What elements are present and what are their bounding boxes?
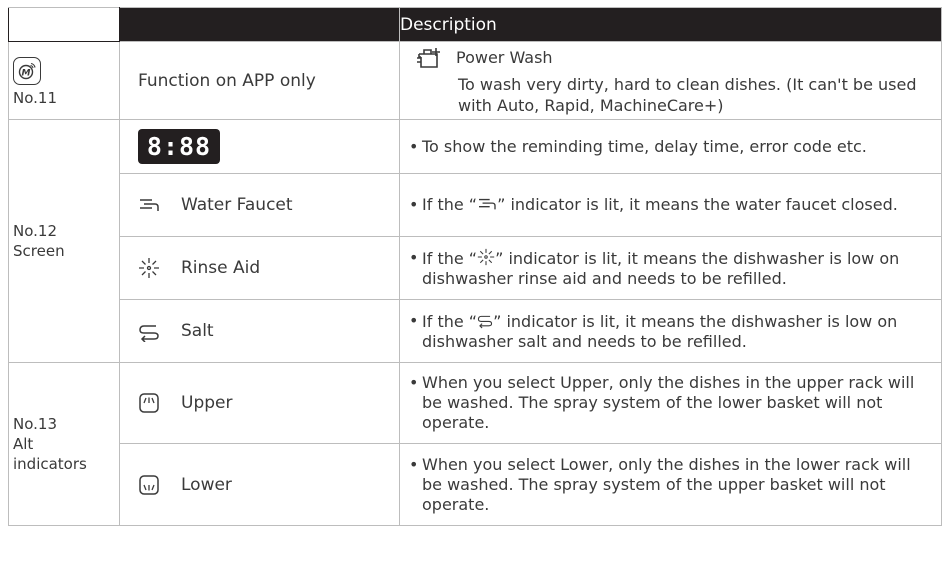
lower-rack-icon xyxy=(138,474,160,496)
function-cell: Function on APP only xyxy=(119,41,400,120)
water-faucet-cell: Water Faucet xyxy=(119,173,400,237)
row-label-line1: No.13 xyxy=(13,415,57,433)
row-label-no11: M No.11 xyxy=(8,41,120,120)
row-label-line1: No.12 xyxy=(13,222,57,240)
rinse-aid-inline-icon xyxy=(477,248,495,265)
header-col2 xyxy=(119,7,400,42)
upper-label: Upper xyxy=(181,393,233,413)
water-faucet-desc-a: If the “ xyxy=(422,195,478,214)
salt-desc-b: ” indicator is lit, it means the dishwas… xyxy=(422,311,898,351)
row-label-line2: Screen xyxy=(13,242,65,260)
upper-description: When you select Upper, only the dishes i… xyxy=(422,373,915,432)
rinse-aid-cell: Rinse Aid xyxy=(119,236,400,300)
rinse-aid-label: Rinse Aid xyxy=(181,258,261,278)
row-label-line3: indicators xyxy=(13,455,87,473)
salt-label: Salt xyxy=(181,321,214,341)
table-row-rinse-aid: Rinse Aid • If the “” indicator is lit, i… xyxy=(9,236,942,300)
salt-cell: Salt xyxy=(119,299,400,363)
salt-inline-icon xyxy=(477,315,493,328)
power-wash-icon xyxy=(416,46,442,70)
water-faucet-description-cell: • If the “ ” indicator is lit, it means th… xyxy=(399,173,942,237)
bullet-icon: • xyxy=(409,247,419,267)
bullet-icon: • xyxy=(409,195,419,214)
header-description: Description xyxy=(399,7,942,42)
table-header-row: Description xyxy=(8,7,942,42)
water-faucet-icon xyxy=(138,194,160,216)
table-row-lower: Lower • When you select Lower, only the d… xyxy=(9,443,942,526)
bullet-icon: • xyxy=(409,136,419,156)
power-wash-label: Power Wash xyxy=(456,47,553,67)
lower-description-cell: • When you select Lower, only the dishes … xyxy=(399,443,942,526)
lower-cell: Lower xyxy=(119,443,400,526)
display-description-cell: • To show the reminding time, delay time,… xyxy=(399,119,942,174)
lower-description: When you select Lower, only the dishes i… xyxy=(422,454,911,514)
svg-text:M: M xyxy=(22,69,31,79)
water-faucet-desc-b: ” indicator is lit, it means the water f… xyxy=(497,195,898,214)
table-row-upper: No.13 Alt indicators Upper • When you sel… xyxy=(8,362,942,526)
upper-cell: Upper xyxy=(119,362,400,444)
display-icon: 8:88 xyxy=(138,129,220,164)
row-label-no13: No.13 Alt indicators xyxy=(8,362,120,526)
upper-description-cell: • When you select Upper, only the dishes … xyxy=(399,362,942,444)
upper-rack-icon xyxy=(138,392,160,414)
rinse-aid-icon xyxy=(138,257,160,279)
bullet-icon: • xyxy=(409,454,419,474)
water-faucet-inline-icon xyxy=(479,198,496,210)
salt-description-cell: • If the “” indicator is lit, it means th… xyxy=(399,299,942,363)
water-faucet-label: Water Faucet xyxy=(181,195,293,215)
app-icon-glyph: M xyxy=(18,62,36,80)
rinse-aid-desc-a: If the “ xyxy=(422,248,478,268)
display-digits: 8:88 xyxy=(146,132,212,161)
row-label-text: No.11 xyxy=(13,89,57,107)
table-row-no11: M No.11 Function on APP only Power Wash … xyxy=(8,41,942,120)
table-row-display: No.12 Screen 8:88 • To show the reminding… xyxy=(8,119,942,363)
display-cell: 8:88 xyxy=(119,119,400,174)
indicator-table: Description M No.11 Function on APP only xyxy=(8,7,942,526)
power-wash-description: To wash very dirty, hard to clean dishes… xyxy=(458,74,917,115)
table-row-water-faucet: Water Faucet • If the “ ” indicator is lit… xyxy=(9,173,942,237)
salt-icon xyxy=(138,320,160,342)
rinse-aid-description-cell: • If the “” indicator is lit, it means th… xyxy=(399,236,942,300)
table-row-salt: Salt • If the “” indicator is lit, it mea… xyxy=(9,299,942,363)
power-wash-cell: Power Wash To wash very dirty, hard to c… xyxy=(399,41,942,120)
lower-label: Lower xyxy=(181,474,232,495)
display-description: To show the reminding time, delay time, … xyxy=(422,136,867,156)
bullet-icon: • xyxy=(409,373,419,392)
bullet-icon: • xyxy=(409,310,419,330)
app-icon: M xyxy=(13,57,41,85)
salt-desc-a: If the “ xyxy=(422,311,478,331)
row-label-line2: Alt xyxy=(13,435,34,453)
row-label-no12: No.12 Screen xyxy=(8,119,120,363)
header-col1 xyxy=(8,7,120,42)
